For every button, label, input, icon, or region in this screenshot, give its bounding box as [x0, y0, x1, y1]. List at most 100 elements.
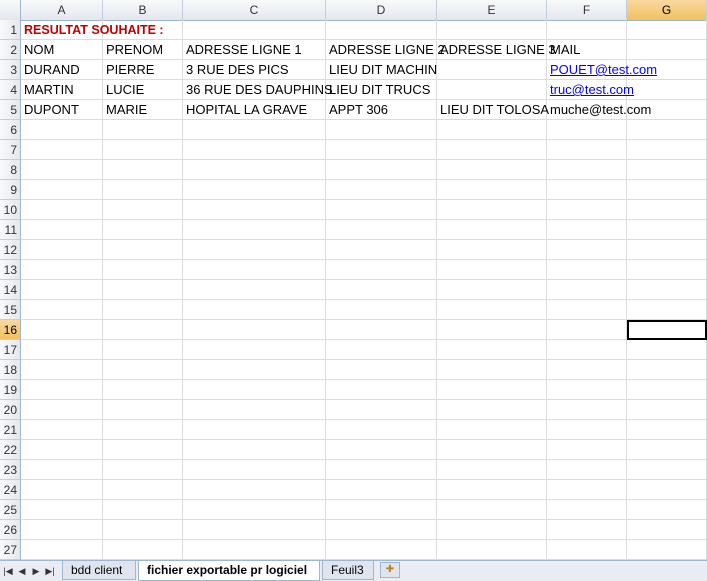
spreadsheet-grid[interactable]: ABCDEFG 1 RESULTAT SOUHAITE :2 NOM PRENOM AD… — [0, 0, 707, 560]
row-header-27[interactable]: 27 — [0, 540, 21, 560]
cell-g26[interactable] — [627, 520, 707, 540]
cell-f4[interactable]: truc@test.com — [547, 80, 634, 100]
cell-g18[interactable] — [627, 360, 707, 380]
cell-b8[interactable] — [103, 160, 183, 180]
cell-c24[interactable] — [183, 480, 326, 500]
cell-d12[interactable] — [326, 240, 437, 260]
cell-c17[interactable] — [183, 340, 326, 360]
cell-c4[interactable]: 36 RUE DES DAUPHINS — [183, 80, 333, 100]
row-header-21[interactable]: 21 — [0, 420, 21, 440]
cell-e20[interactable] — [437, 400, 547, 420]
cell-g21[interactable] — [627, 420, 707, 440]
cell-e12[interactable] — [437, 240, 547, 260]
cell-f6[interactable] — [547, 120, 627, 140]
column-header-g[interactable]: G — [627, 0, 707, 20]
cell-a12[interactable] — [21, 240, 103, 260]
cell-c2[interactable]: ADRESSE LIGNE 1 — [183, 40, 326, 60]
column-header-c[interactable]: C — [183, 0, 326, 20]
cell-e7[interactable] — [437, 140, 547, 160]
cell-f18[interactable] — [547, 360, 627, 380]
cell-a4[interactable]: MARTIN — [21, 80, 103, 100]
cell-a25[interactable] — [21, 500, 103, 520]
cell-b10[interactable] — [103, 200, 183, 220]
cell-d2[interactable]: ADRESSE LIGNE 2 — [326, 40, 445, 60]
cell-f9[interactable] — [547, 180, 627, 200]
cell-e25[interactable] — [437, 500, 547, 520]
cell-b5[interactable]: MARIE — [103, 100, 183, 120]
cell-a17[interactable] — [21, 340, 103, 360]
cell-e19[interactable] — [437, 380, 547, 400]
cell-d15[interactable] — [326, 300, 437, 320]
cell-f15[interactable] — [547, 300, 627, 320]
cell-c26[interactable] — [183, 520, 326, 540]
cell-f11[interactable] — [547, 220, 627, 240]
cell-g25[interactable] — [627, 500, 707, 520]
cell-d5[interactable]: APPT 306 — [326, 100, 437, 120]
cell-d25[interactable] — [326, 500, 437, 520]
cell-c1[interactable] — [183, 20, 326, 40]
row-header-9[interactable]: 9 — [0, 180, 21, 200]
cell-b13[interactable] — [103, 260, 183, 280]
cell-b22[interactable] — [103, 440, 183, 460]
cell-g19[interactable] — [627, 380, 707, 400]
cell-g4[interactable] — [627, 80, 707, 100]
row-header-13[interactable]: 13 — [0, 260, 21, 280]
cell-b21[interactable] — [103, 420, 183, 440]
cell-d20[interactable] — [326, 400, 437, 420]
cell-e15[interactable] — [437, 300, 547, 320]
cell-b14[interactable] — [103, 280, 183, 300]
row-header-11[interactable]: 11 — [0, 220, 21, 240]
sheet-tab-2[interactable]: fichier exportable pr logiciel — [138, 561, 320, 581]
row-header-22[interactable]: 22 — [0, 440, 21, 460]
cell-c18[interactable] — [183, 360, 326, 380]
cell-a5[interactable]: DUPONT — [21, 100, 103, 120]
row-header-14[interactable]: 14 — [0, 280, 21, 300]
cell-f23[interactable] — [547, 460, 627, 480]
cell-e18[interactable] — [437, 360, 547, 380]
cell-b26[interactable] — [103, 520, 183, 540]
cell-f13[interactable] — [547, 260, 627, 280]
column-header-a[interactable]: A — [21, 0, 103, 20]
cell-d14[interactable] — [326, 280, 437, 300]
cell-a18[interactable] — [21, 360, 103, 380]
cell-e22[interactable] — [437, 440, 547, 460]
cell-a8[interactable] — [21, 160, 103, 180]
cell-f22[interactable] — [547, 440, 627, 460]
row-header-19[interactable]: 19 — [0, 380, 21, 400]
sheet-tab-3[interactable]: Feuil3 — [322, 561, 374, 580]
cell-g14[interactable] — [627, 280, 707, 300]
cell-g16[interactable] — [627, 320, 707, 340]
cell-c25[interactable] — [183, 500, 326, 520]
cell-b12[interactable] — [103, 240, 183, 260]
cell-e17[interactable] — [437, 340, 547, 360]
cell-f24[interactable] — [547, 480, 627, 500]
row-header-6[interactable]: 6 — [0, 120, 21, 140]
row-header-24[interactable]: 24 — [0, 480, 21, 500]
cell-e26[interactable] — [437, 520, 547, 540]
cell-e4[interactable] — [437, 80, 547, 100]
cell-a20[interactable] — [21, 400, 103, 420]
cell-g20[interactable] — [627, 400, 707, 420]
cell-d8[interactable] — [326, 160, 437, 180]
cell-c10[interactable] — [183, 200, 326, 220]
cell-c23[interactable] — [183, 460, 326, 480]
cell-e14[interactable] — [437, 280, 547, 300]
cell-a26[interactable] — [21, 520, 103, 540]
cell-d19[interactable] — [326, 380, 437, 400]
cell-f16[interactable] — [547, 320, 627, 340]
cell-d11[interactable] — [326, 220, 437, 240]
cell-c11[interactable] — [183, 220, 326, 240]
cell-b1[interactable] — [103, 20, 183, 40]
prev-sheet-icon[interactable]: ◀ — [17, 564, 27, 578]
cell-g2[interactable] — [627, 40, 707, 60]
next-sheet-icon[interactable]: ▶ — [31, 564, 41, 578]
cell-g24[interactable] — [627, 480, 707, 500]
cell-d26[interactable] — [326, 520, 437, 540]
cell-e11[interactable] — [437, 220, 547, 240]
cell-e27[interactable] — [437, 540, 547, 560]
cell-f1[interactable] — [547, 20, 627, 40]
cell-d21[interactable] — [326, 420, 437, 440]
cell-b24[interactable] — [103, 480, 183, 500]
cell-f2[interactable]: MAIL — [547, 40, 627, 60]
cell-c19[interactable] — [183, 380, 326, 400]
